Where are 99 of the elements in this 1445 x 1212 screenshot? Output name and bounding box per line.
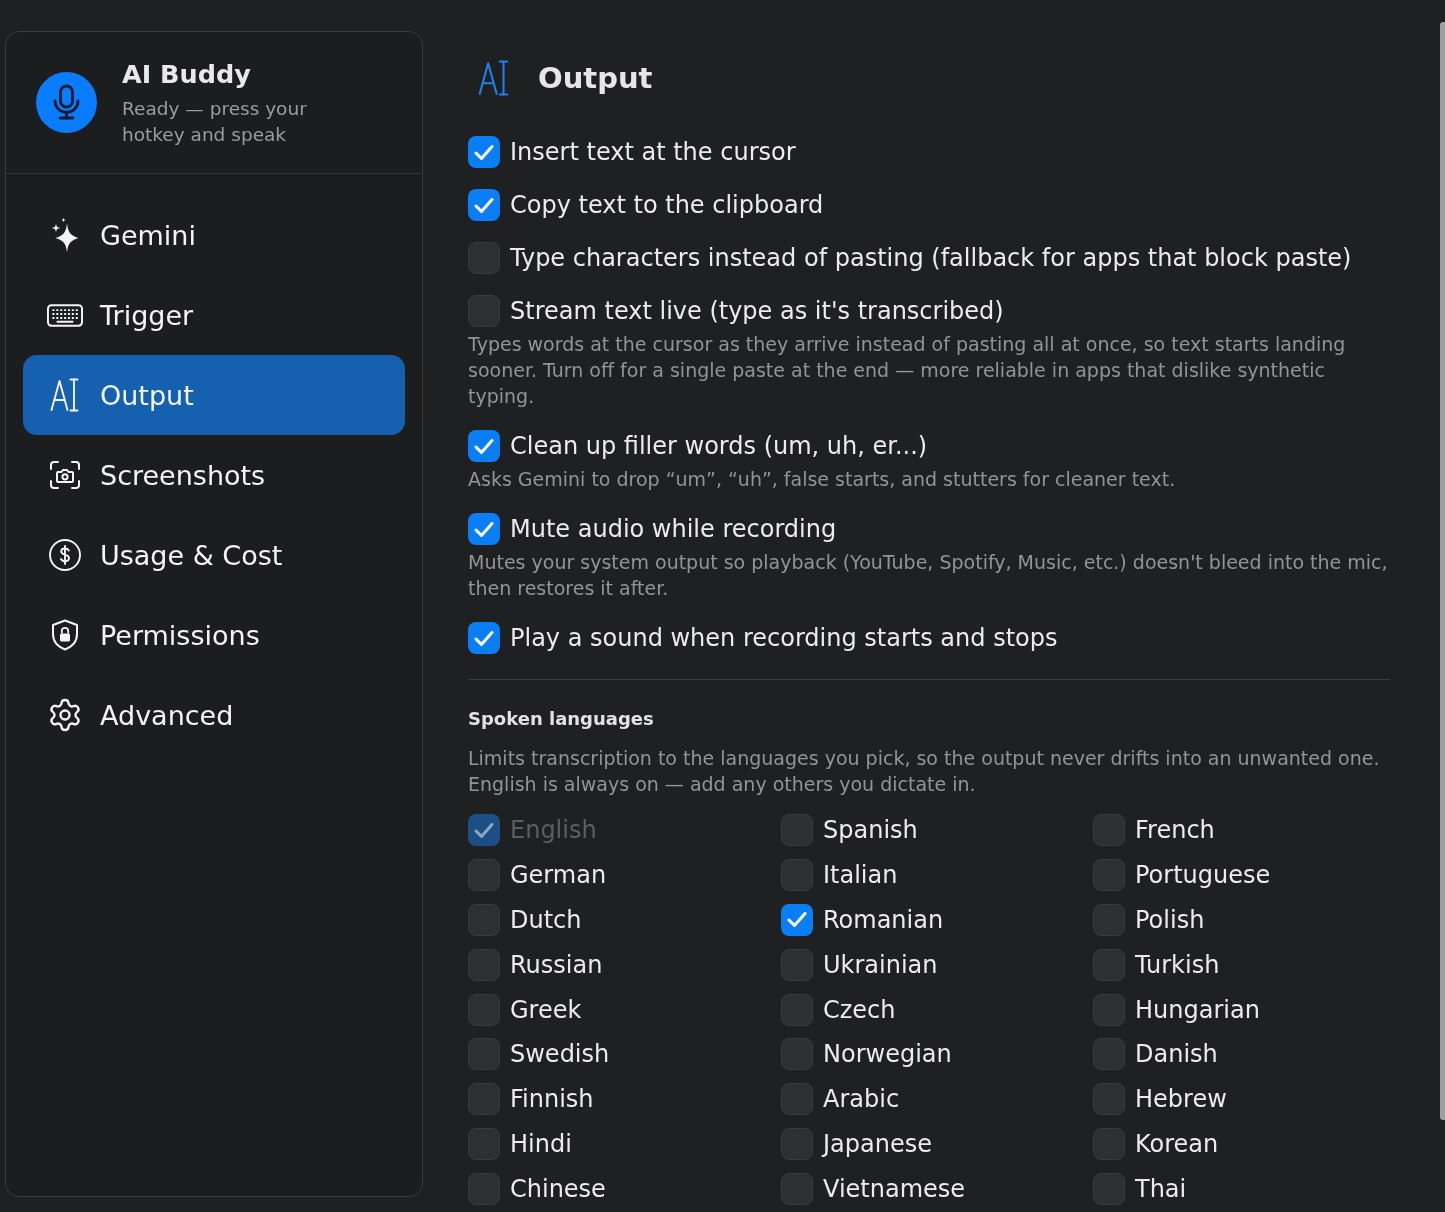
language-label: Greek bbox=[510, 994, 582, 1026]
text-cursor-icon bbox=[478, 60, 510, 96]
language-label: Chinese bbox=[510, 1174, 606, 1206]
checkbox[interactable] bbox=[468, 513, 500, 545]
language-label: Turkish bbox=[1135, 949, 1220, 981]
checkbox[interactable] bbox=[1093, 1038, 1125, 1071]
checkbox[interactable] bbox=[781, 858, 813, 891]
checkmark-icon bbox=[474, 196, 494, 214]
checkbox[interactable] bbox=[1093, 1128, 1125, 1161]
camera-viewfinder-icon bbox=[50, 461, 80, 489]
language-label: Norwegian bbox=[823, 1039, 952, 1071]
checkbox[interactable] bbox=[781, 1083, 813, 1116]
checkmark-icon bbox=[474, 520, 494, 538]
checkbox[interactable] bbox=[468, 136, 500, 168]
checkbox[interactable] bbox=[781, 1173, 813, 1206]
section-description: Limits transcription to the languages you pick, so the output never drifts into an unwanted one. English is always on — add any others you dictate in. bbox=[468, 746, 1381, 797]
sidebar-item[interactable]: Usage & Cost bbox=[23, 515, 405, 595]
checkbox[interactable] bbox=[468, 622, 500, 654]
checkbox[interactable] bbox=[468, 948, 500, 981]
sparkles-icon bbox=[51, 217, 79, 253]
checkbox[interactable] bbox=[468, 295, 500, 327]
page-title: Output bbox=[538, 60, 653, 97]
checkbox[interactable] bbox=[781, 948, 813, 981]
language-label: Hungarian bbox=[1135, 994, 1260, 1026]
checkbox[interactable] bbox=[1093, 948, 1125, 981]
language-label: French bbox=[1135, 815, 1215, 846]
checkbox-label: Play a sound when recording starts and stops bbox=[510, 623, 1058, 654]
language-label: Ukrainian bbox=[823, 949, 938, 981]
checkmark-icon bbox=[787, 911, 807, 929]
checkbox[interactable] bbox=[781, 1038, 813, 1071]
language-label: Polish bbox=[1135, 904, 1205, 936]
sidebar-item[interactable]: Trigger bbox=[23, 275, 405, 355]
checkbox-label: Stream text live (type as it's transcribed) bbox=[510, 296, 1004, 327]
sidebar-item[interactable]: Permissions bbox=[23, 595, 405, 675]
language-label: Korean bbox=[1135, 1129, 1219, 1161]
checkbox[interactable] bbox=[468, 1038, 500, 1071]
checkbox[interactable] bbox=[781, 903, 813, 936]
sidebar-item[interactable]: Output bbox=[23, 355, 405, 435]
dollar-circle-icon bbox=[49, 539, 81, 571]
language-label: Czech bbox=[823, 994, 896, 1026]
checkbox[interactable] bbox=[468, 1128, 500, 1161]
microphone-icon bbox=[36, 72, 97, 133]
language-label: Thai bbox=[1135, 1174, 1187, 1206]
language-label: Romanian bbox=[823, 904, 944, 936]
checkbox[interactable] bbox=[1093, 993, 1125, 1026]
app-title: AI Buddy bbox=[122, 58, 252, 91]
sidebar-item[interactable]: Gemini bbox=[23, 195, 405, 275]
language-label: Portuguese bbox=[1135, 859, 1271, 891]
language-label: German bbox=[510, 859, 607, 891]
checkbox[interactable] bbox=[468, 1173, 500, 1206]
checkbox[interactable] bbox=[468, 189, 500, 221]
language-label: Dutch bbox=[510, 904, 582, 936]
language-label: Finnish bbox=[510, 1084, 594, 1116]
keyboard-icon bbox=[47, 303, 83, 327]
checkmark-icon bbox=[474, 437, 494, 455]
option-description: Mutes your system output so playback (YouTube, Spotify, Music, etc.) doesn't bleed into the mic, then restores it after. bbox=[468, 550, 1389, 601]
checkbox[interactable] bbox=[781, 993, 813, 1026]
text-cursor-icon bbox=[50, 378, 80, 412]
language-label: Arabic bbox=[823, 1084, 900, 1116]
settings-icon bbox=[47, 697, 83, 733]
language-label: Spanish bbox=[823, 815, 918, 846]
checkbox[interactable] bbox=[468, 242, 500, 274]
checkbox[interactable] bbox=[1093, 1083, 1125, 1116]
checkbox[interactable] bbox=[1093, 814, 1125, 846]
sidebar-item[interactable]: Advanced bbox=[23, 675, 405, 755]
sidebar-item[interactable]: Screenshots bbox=[23, 435, 405, 515]
language-label: Japanese bbox=[823, 1129, 932, 1161]
checkbox-label: Insert text at the cursor bbox=[510, 137, 796, 168]
checkmark-icon bbox=[474, 143, 494, 161]
checkbox[interactable] bbox=[468, 1083, 500, 1116]
option-description: Types words at the cursor as they arrive instead of pasting all at once, so text starts landing sooner. Turn off for a single paste at the end — more reliable in apps that dislike synthetic typing. bbox=[468, 332, 1347, 409]
language-label: English bbox=[510, 815, 597, 846]
language-label: Danish bbox=[1135, 1039, 1218, 1071]
language-label: Hebrew bbox=[1135, 1084, 1227, 1116]
language-label: Hindi bbox=[510, 1129, 572, 1161]
checkbox-label: Type characters instead of pasting (fallback for apps that block paste) bbox=[510, 243, 1352, 274]
checkbox[interactable] bbox=[468, 903, 500, 936]
checkbox[interactable] bbox=[1093, 858, 1125, 891]
option-description: Asks Gemini to drop “um”, “uh”, false starts, and stutters for cleaner text. bbox=[468, 467, 1177, 492]
scrollbar-thumb[interactable] bbox=[1440, 22, 1445, 1120]
checkmark-icon bbox=[474, 821, 494, 839]
checkbox-label: Clean up filler words (um, uh, er...) bbox=[510, 431, 928, 462]
checkbox[interactable] bbox=[468, 430, 500, 462]
status-text: Ready — press your hotkey and speak bbox=[122, 97, 308, 147]
section-title: Spoken languages bbox=[468, 707, 655, 731]
language-label: Italian bbox=[823, 859, 898, 891]
checkbox[interactable] bbox=[781, 1128, 813, 1161]
language-label: Russian bbox=[510, 949, 603, 981]
checkbox[interactable] bbox=[468, 858, 500, 891]
checkbox-label: Copy text to the clipboard bbox=[510, 190, 824, 221]
checkbox-label: Mute audio while recording bbox=[510, 514, 837, 545]
checkbox[interactable] bbox=[468, 993, 500, 1026]
checkbox[interactable] bbox=[1093, 1173, 1125, 1206]
checkmark-icon bbox=[474, 629, 494, 647]
language-label: Swedish bbox=[510, 1039, 610, 1071]
shield-lock-icon bbox=[51, 619, 79, 651]
checkbox[interactable] bbox=[781, 814, 813, 846]
language-label: Vietnamese bbox=[823, 1174, 966, 1206]
checkbox[interactable] bbox=[1093, 903, 1125, 936]
